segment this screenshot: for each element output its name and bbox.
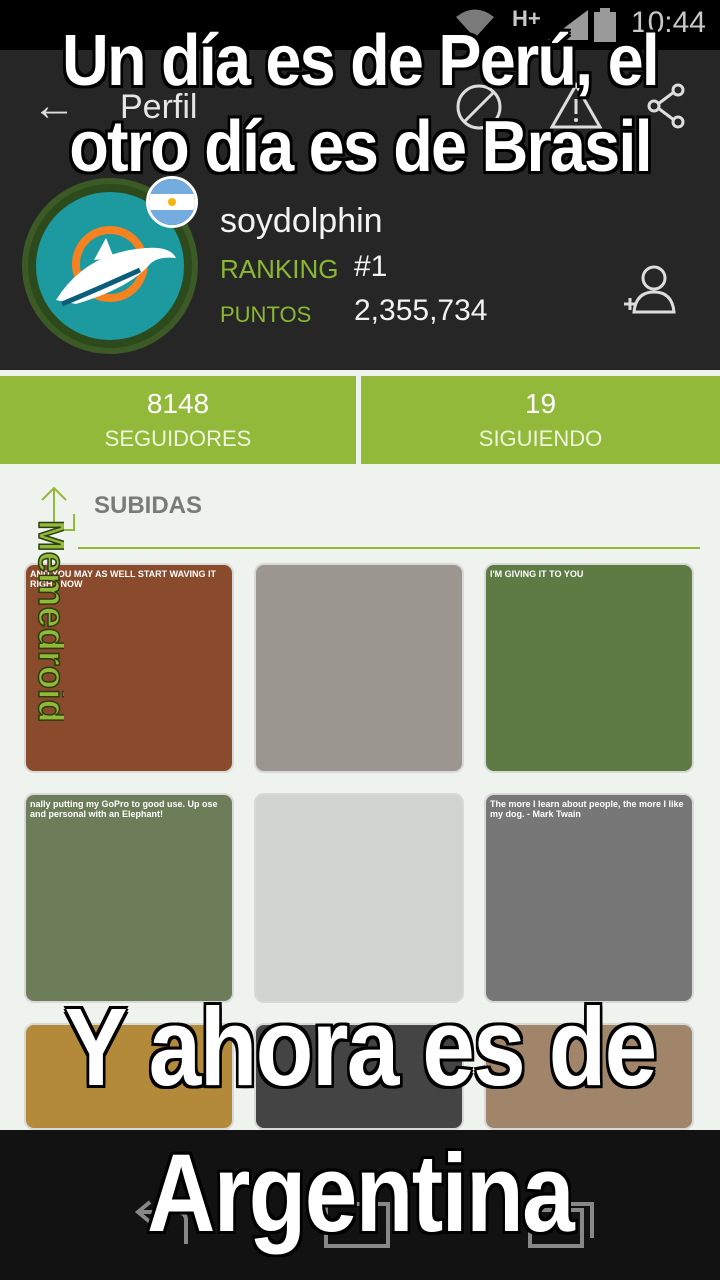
upload-thumbnail[interactable]: The more I learn about people, the more … bbox=[484, 793, 694, 1003]
uploads-divider bbox=[78, 547, 700, 549]
following-count: 19 bbox=[524, 388, 557, 419]
ranking-value: #1 bbox=[354, 250, 388, 283]
profile-header: soydolphin RANKING #1 PUNTOS 2,355,734 bbox=[0, 170, 720, 370]
thumbnail-caption: I'M GIVING IT TO YOU bbox=[490, 569, 584, 579]
following-button[interactable]: 19 SIGUIENDO bbox=[361, 376, 720, 464]
username: soydolphin bbox=[220, 202, 383, 240]
points-label: PUNTOS bbox=[220, 302, 312, 327]
meme-bottom-text-line1: Y ahora es de bbox=[64, 986, 657, 1109]
meme-bottom-text-line2: Argentina bbox=[146, 1132, 575, 1255]
upload-thumbnail[interactable] bbox=[254, 563, 464, 773]
meme-top-text: Un día es de Perú, el otro día es de Bra… bbox=[61, 21, 660, 187]
upload-thumbnail[interactable] bbox=[254, 793, 464, 1003]
upload-thumbnail[interactable]: nally putting my GoPro to good use. Up o… bbox=[24, 793, 234, 1003]
thumbnail-caption: nally putting my GoPro to good use. Up o… bbox=[30, 799, 218, 819]
following-label: SIGUIENDO bbox=[478, 426, 603, 451]
followers-button[interactable]: 8148 SEGUIDORES bbox=[0, 376, 356, 464]
watermark-text: Memedroid bbox=[30, 520, 64, 723]
add-user-icon[interactable] bbox=[622, 264, 678, 316]
upload-thumbnail[interactable]: I'M GIVING IT TO YOU bbox=[484, 563, 694, 773]
followers-count: 8148 bbox=[146, 388, 210, 419]
points-value: 2,355,734 bbox=[354, 294, 488, 327]
memedroid-watermark: Memedroid bbox=[29, 519, 64, 723]
ranking-label: RANKING bbox=[220, 254, 339, 284]
uploads-label: SUBIDAS bbox=[94, 492, 203, 519]
thumbnail-caption: The more I learn about people, the more … bbox=[490, 799, 684, 819]
followers-label: SEGUIDORES bbox=[104, 426, 252, 451]
